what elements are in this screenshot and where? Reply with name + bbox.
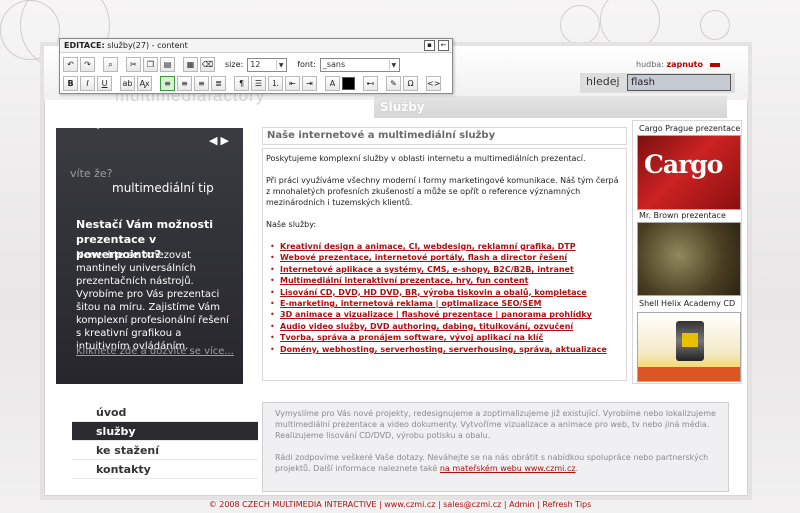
section-bar [374,96,727,118]
content-editable-area[interactable]: Poskytujeme komplexní služby v oblasti i… [262,148,627,381]
close-editor-icon[interactable]: ← [438,40,449,51]
editor-title-bar: EDITACE: služby(27) - content ▪ ← [60,39,452,53]
font-label: font: [297,60,316,69]
service-link[interactable]: Lisování CD, DVD, HD DVD, BR, výroba tis… [270,287,623,299]
services-label: Naše služby: [266,220,317,229]
link-icon[interactable]: ⊷ [363,76,378,91]
align-justify-icon[interactable]: ≣ [211,76,226,91]
align-center-icon[interactable]: ≡ [177,76,192,91]
services-list: Kreativní design a animace, CI, webdesig… [270,241,623,356]
bullet-list-icon[interactable]: ☰ [251,76,266,91]
numbered-list-icon[interactable]: ⒈ [268,76,283,91]
bottom-para2: Rádi zodpovíme veškeré Vaše dotazy. Nevá… [275,452,716,474]
font-style-icon[interactable]: Aꭙ [137,76,152,91]
table-icon[interactable]: ▦ [183,57,198,72]
italic-icon[interactable]: I [80,76,95,91]
eraser-icon[interactable]: ⌫ [200,57,215,72]
presentation-title[interactable]: Mr. Brown prezentace [639,211,726,220]
service-link[interactable]: Tvorba, správa a pronájem software, vývo… [270,332,623,344]
underline-icon[interactable]: U [97,76,112,91]
text-color-icon[interactable]: A [325,76,340,91]
strikethrough-icon[interactable]: ab [120,76,135,91]
nav-item-sluzby[interactable]: služby [72,422,258,441]
tip-label: multimediální tip [112,181,214,195]
content-intro: Poskytujeme komplexní služby v oblasti i… [266,154,586,163]
section-title: Služby [380,100,425,114]
tip-nav-arrows[interactable]: ◀▶ [209,134,232,147]
service-link[interactable]: Multimediální interaktivní prezentace, h… [270,275,623,287]
bottom-info-box: Vymyslíme pro Vás nové projekty, redesig… [262,402,729,492]
outdent-icon[interactable]: ⇤ [285,76,300,91]
editor-title-label: EDITACE: [64,41,105,50]
equalizer-icon [709,62,720,67]
service-link[interactable]: Kreativní design a animace, CI, webdesig… [270,241,623,253]
content-editor-toolbar: EDITACE: služby(27) - content ▪ ← ↶ ↷ ⌕ … [59,38,453,94]
cargo-thumb-text: Cargo [644,150,723,179]
size-select[interactable]: 12 ▼ [247,57,288,72]
decor-swirl [560,5,600,45]
service-link[interactable]: E-marketing, internetová reklama | optim… [270,298,623,310]
service-link[interactable]: Webové prezentace, internetové portály, … [270,252,623,264]
search-input[interactable] [627,74,731,91]
main-navigation: úvod služby ke stažení kontakty [72,403,258,479]
music-label: hudba: [636,60,664,69]
service-link[interactable]: Domény, webhosting, serverhosting, serve… [270,344,623,356]
paragraph-icon[interactable]: ¶ [234,76,249,91]
service-link[interactable]: Audio video služby, DVD authoring, dabin… [270,321,623,333]
copy-icon[interactable]: ❐ [143,57,158,72]
toolbar-row-1: ↶ ↷ ⌕ ✂ ❐ ▤ ▦ ⌫ size: 12 ▼ font: _sans ▼ [63,56,400,73]
find-icon[interactable]: ⌕ [103,57,118,72]
tip-panel-notch [88,120,108,136]
chevron-down-icon: ▼ [388,59,398,70]
oil-can-image [676,321,704,361]
music-toggle[interactable]: hudba: zapnuto [636,60,720,69]
presentation-title[interactable]: Cargo Prague prezentace [639,124,740,133]
tip-body: Nenechte se omezovat mantinely universál… [76,250,229,352]
decor-swirl [700,10,730,40]
presentation-thumbnail-shell[interactable] [637,312,741,382]
size-value: 12 [250,59,261,69]
save-icon[interactable]: ▪ [424,40,435,51]
color-swatch[interactable] [342,77,355,90]
content-heading: Naše internetové a multimediální služby [262,127,627,145]
redo-icon[interactable]: ↷ [80,57,95,72]
bottom-para1: Vymyslíme pro Vás nové projekty, redesig… [275,409,716,440]
nav-item-kontakty[interactable]: kontakty [72,460,258,479]
special-char-icon[interactable]: Ω [403,76,418,91]
nav-item-uvod[interactable]: úvod [72,403,258,422]
paste-icon[interactable]: ▤ [160,57,175,72]
music-state: zapnuto [666,60,703,69]
shell-banner [638,367,740,381]
footer[interactable]: © 2008 CZECH MULTIMEDIA INTERACTIVE | ww… [0,500,800,509]
indent-icon[interactable]: ⇥ [302,76,317,91]
bottom-para2-suffix: . [575,464,579,473]
align-left-icon[interactable]: ≡ [160,76,175,91]
font-value: _sans [322,59,346,69]
size-label: size: [225,60,244,69]
search-label: hledej [586,75,620,88]
parent-site-link[interactable]: na mateřském webu www.czmi.cz [440,464,576,473]
presentation-thumbnail-brown[interactable] [637,222,741,296]
tip-question: víte že? [70,167,113,180]
bold-icon[interactable]: B [63,76,78,91]
presentation-thumbnail-cargo[interactable]: Cargo [637,135,741,210]
undo-icon[interactable]: ↶ [63,57,78,72]
source-code-icon[interactable]: <> [426,76,441,91]
service-link[interactable]: 3D animace a vizualizace | flashové prez… [270,309,623,321]
presentation-title[interactable]: Shell Helix Academy CD [639,299,735,308]
toolbar-row-2: B I U ab Aꭙ ≡ ≡ ≡ ≣ ¶ ☰ ⒈ ⇤ ⇥ A ⊷ ✎ Ω <> [63,75,441,92]
editor-title-value: služby(27) - content [107,41,188,50]
chevron-down-icon: ▼ [276,59,285,70]
edit-icon[interactable]: ✎ [386,76,401,91]
align-right-icon[interactable]: ≡ [194,76,209,91]
content-para2: Při práci využíváme všechny moderní i fo… [266,176,619,207]
font-select[interactable]: _sans ▼ [319,57,400,72]
cut-icon[interactable]: ✂ [126,57,141,72]
tip-more-link[interactable]: Klikněte zde a dozvíte se více... [76,346,234,357]
service-link[interactable]: Internetové aplikace a systémy, CMS, e-s… [270,264,623,276]
nav-item-ke-stazeni[interactable]: ke stažení [72,441,258,460]
